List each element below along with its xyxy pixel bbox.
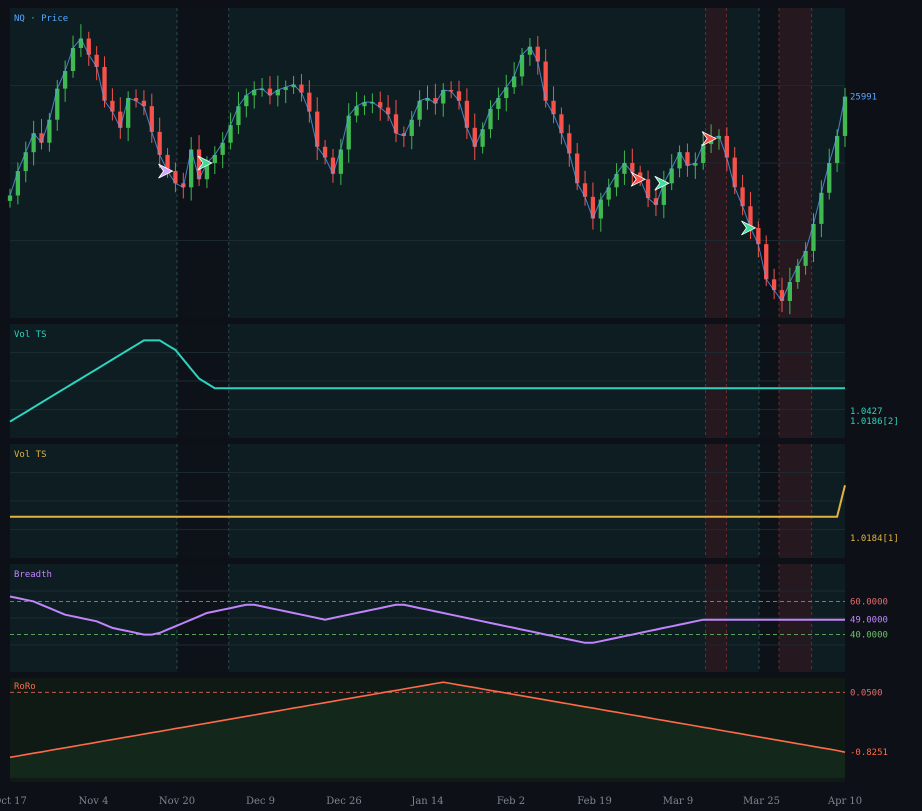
panel-label-vol-2: Vol TS xyxy=(14,450,47,460)
price-panel: NQ · Price 25991 xyxy=(7,8,877,318)
x-tick-label: Dec 9 xyxy=(246,796,275,807)
vol-value-label: 1.0427 xyxy=(850,407,883,417)
breadth-value-label: 49.0000 xyxy=(850,616,888,626)
x-tick-label: Dec 26 xyxy=(326,796,361,807)
chart-figure: NQ · Price25991Vol TS1.04271.0186[2]Vol … xyxy=(0,8,899,807)
breadth-level-label: 60.0000 xyxy=(850,597,888,607)
roro-panel: RoRo 0.0500 -0.8251 xyxy=(9,678,888,782)
panel-label-price: NQ · Price xyxy=(14,14,68,24)
vol-value-label: 1.0184[1] xyxy=(850,534,899,544)
x-axis: Oct 17 Nov 4 Nov 20 Dec 9 Dec 26 Jan 14 Feb 2 F… xyxy=(0,796,862,807)
x-tick-label: Oct 17 xyxy=(0,796,27,807)
x-tick-label: Jan 14 xyxy=(410,796,443,807)
breadth-level-label: 40.0000 xyxy=(850,631,888,641)
vol-value-label: 1.0186[2] xyxy=(850,417,899,427)
panel-label-vol-1: Vol TS xyxy=(14,330,47,340)
vol-ts-panel-2: Vol TS 1.0184[1] xyxy=(10,444,899,558)
x-tick-label: Feb 2 xyxy=(497,796,525,807)
roro-value-label: -0.8251 xyxy=(850,748,888,758)
x-tick-label: Apr 10 xyxy=(827,796,862,807)
x-tick-label: Nov 20 xyxy=(159,796,195,807)
x-tick-label: Nov 4 xyxy=(79,796,109,807)
vol-ts-panel-1: Vol TS 1.04271.0186[2] xyxy=(9,324,899,438)
candle-body xyxy=(7,195,13,201)
roro-level-label: 0.0500 xyxy=(850,688,883,698)
breadth-panel: Breadth 60.0000 49.0000 40.0000 xyxy=(9,564,888,672)
x-tick-label: Mar 25 xyxy=(743,796,780,807)
x-tick-label: Mar 9 xyxy=(663,796,694,807)
panel-label-breadth: Breadth xyxy=(14,570,52,580)
x-tick-label: Feb 19 xyxy=(577,796,612,807)
last-price-label: 25991 xyxy=(850,93,877,103)
panel-label-roro: RoRo xyxy=(14,682,36,692)
